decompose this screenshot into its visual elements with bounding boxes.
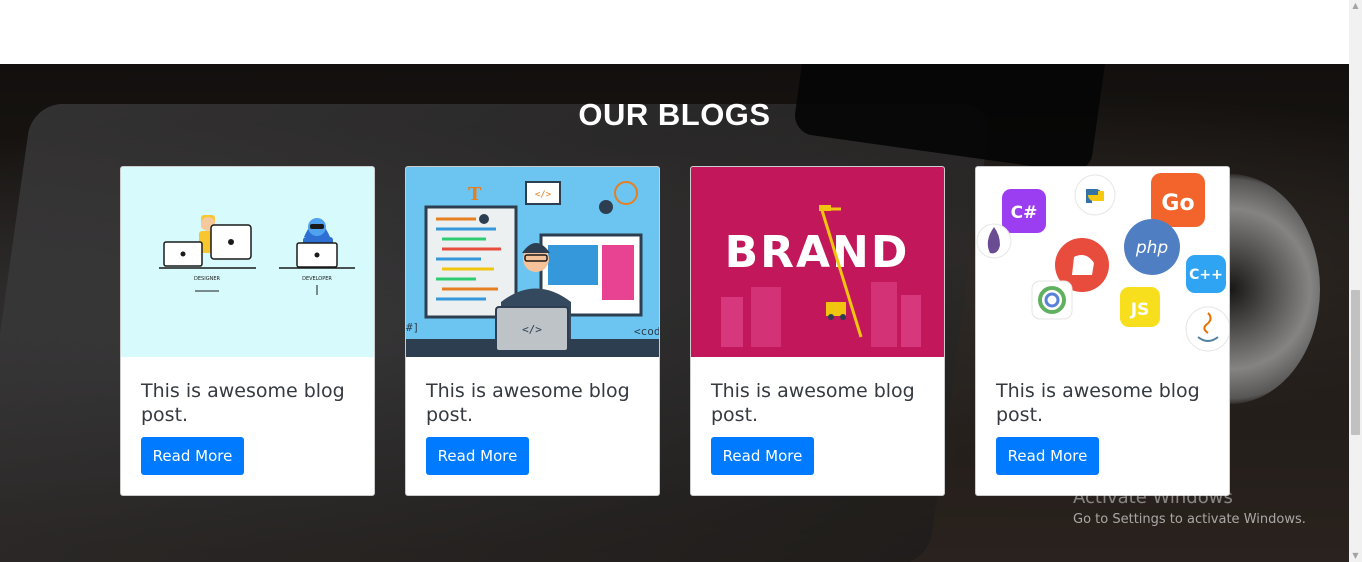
blog-card-image-languages: C# Go php C++ JS	[976, 167, 1229, 357]
js-icon: JS	[1130, 300, 1150, 320]
blog-card-image-brand: BRAND	[691, 167, 944, 357]
blog-card: C# Go php C++ JS This is awesome blog po…	[975, 166, 1230, 496]
card-title: This is awesome blog post.	[141, 380, 345, 426]
activate-windows-title: Activate Windows	[1073, 487, 1233, 508]
blog-card: </> T </> <cod #] This is awesome blog p…	[405, 166, 660, 496]
scroll-up-icon[interactable]: ▲	[1349, 0, 1362, 12]
card-title: This is awesome blog post.	[711, 380, 915, 426]
read-more-button[interactable]: Read More	[426, 437, 529, 475]
cpp-icon: C++	[1189, 267, 1223, 283]
designer-label: DESIGNER	[194, 276, 220, 282]
scroll-down-icon[interactable]: ▼	[1349, 550, 1362, 562]
developer-label: DEVELOPER	[302, 276, 332, 282]
csharp-icon: C#	[1011, 203, 1038, 223]
hash-text-label: #]	[406, 321, 419, 334]
activate-windows-subtitle: Go to Settings to activate Windows.	[1073, 512, 1306, 527]
read-more-button[interactable]: Read More	[141, 437, 244, 475]
laptop-code-label: </>	[522, 323, 542, 336]
php-icon: php	[1135, 238, 1169, 258]
blog-card-image-designer-developer: DESIGNER DEVELOPER	[121, 167, 374, 357]
card-title: This is awesome blog post.	[426, 380, 630, 426]
blog-card-image-coder: </> T </> <cod #]	[406, 167, 659, 357]
read-more-button[interactable]: Read More	[711, 437, 814, 475]
page-top-area	[0, 0, 1349, 64]
scrollbar-thumb[interactable]	[1351, 290, 1360, 435]
card-title: This is awesome blog post.	[996, 380, 1200, 426]
blog-card: BRAND This is awesome blog post. Read Mo…	[690, 166, 945, 496]
code-tag-label: </>	[535, 190, 552, 200]
section-title: OUR BLOGS	[578, 97, 771, 132]
vertical-scrollbar[interactable]: ▲ ▼	[1349, 0, 1362, 562]
brand-text: BRAND	[725, 227, 910, 278]
go-icon: Go	[1161, 191, 1194, 216]
code-text-label: <cod	[634, 325, 659, 338]
type-icon-label: T	[468, 184, 482, 205]
read-more-button[interactable]: Read More	[996, 437, 1099, 475]
blog-card: DESIGNER DEVELOPER This is awesome blog …	[120, 166, 375, 496]
